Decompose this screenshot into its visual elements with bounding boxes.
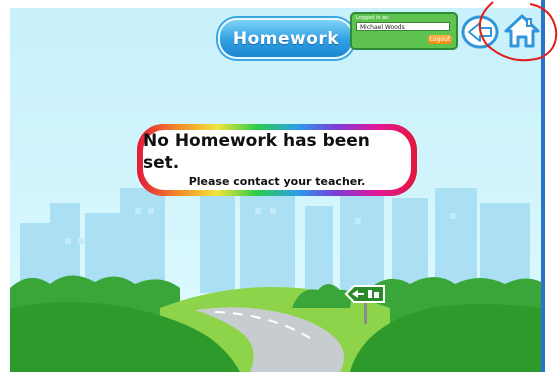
city-skyline [20, 184, 530, 294]
home-button[interactable] [504, 12, 540, 50]
page-title: Homework [218, 18, 354, 59]
message-box: No Homework has been set. Please contact… [137, 124, 417, 196]
signpost-icon [344, 285, 385, 324]
login-panel: Logged in as: Michael Woods Logout [350, 12, 458, 50]
login-caption: Logged in as: [356, 15, 390, 21]
home-icon [504, 14, 540, 48]
username-field: Michael Woods [356, 22, 450, 31]
homework-app: Homework Logged in as: Michael Woods Log… [10, 8, 541, 372]
right-edge-bar [541, 0, 545, 372]
back-button[interactable] [461, 15, 499, 49]
message-title: No Homework has been set. [143, 131, 370, 173]
logout-button[interactable]: Logout [428, 35, 452, 44]
message-subtitle: Please contact your teacher. [188, 175, 366, 188]
